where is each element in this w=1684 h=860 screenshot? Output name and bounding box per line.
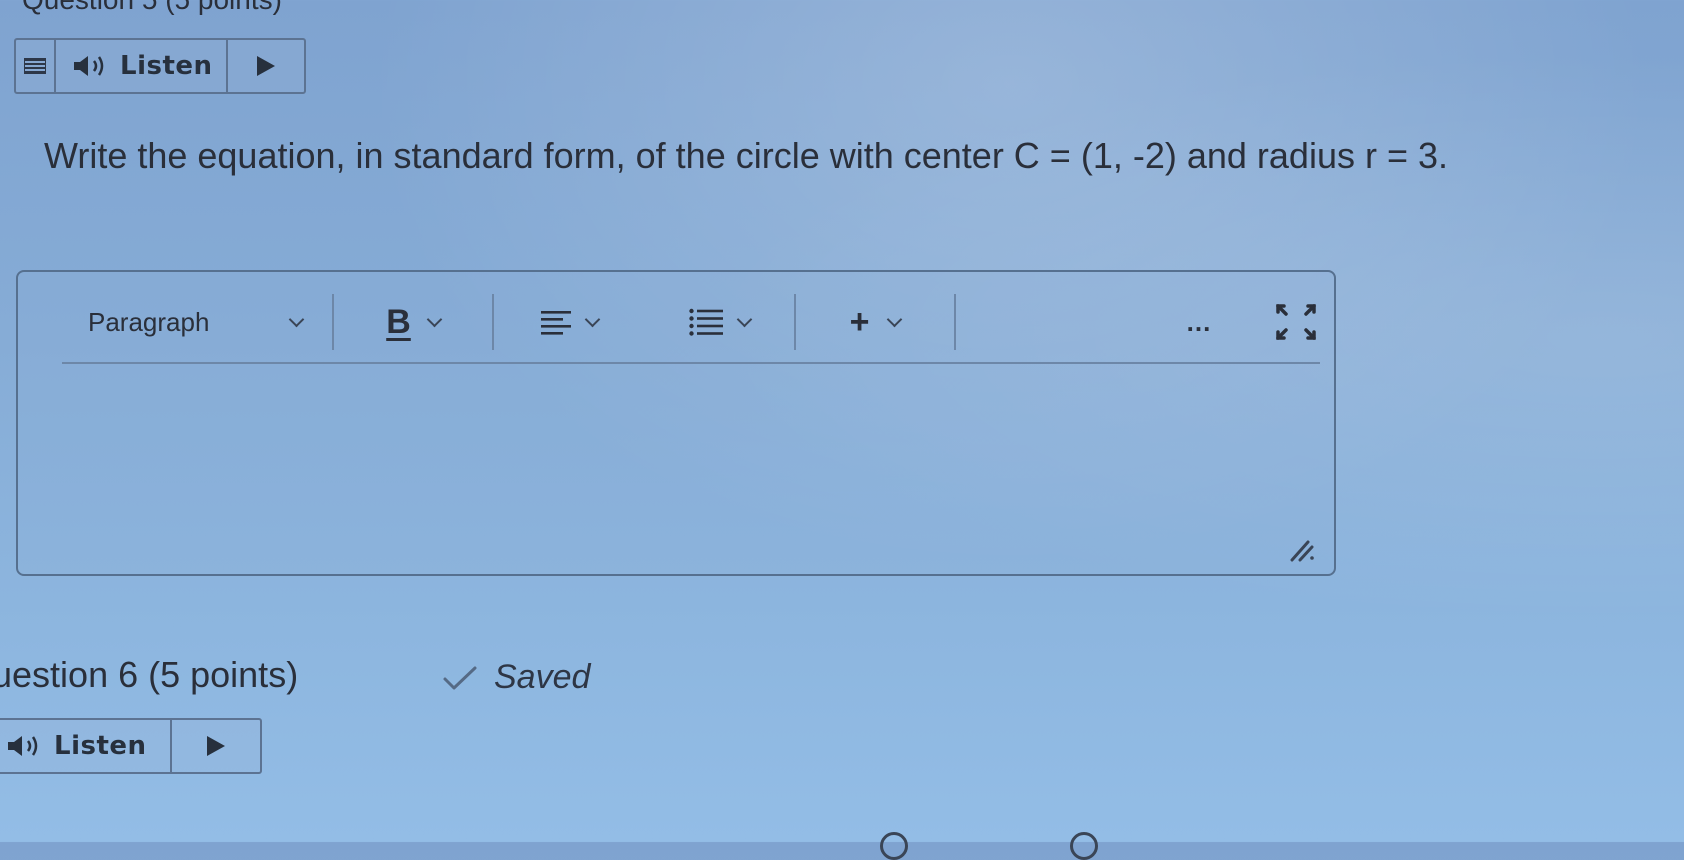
cutoff-circle-outline xyxy=(880,832,908,860)
chevron-down-icon xyxy=(288,311,305,327)
listen-button[interactable]: Listen xyxy=(56,40,226,92)
paragraph-style-dropdown[interactable]: Paragraph xyxy=(62,294,332,350)
toolbar-divider xyxy=(954,294,956,350)
resize-handle[interactable] xyxy=(1288,534,1316,562)
listen-label: Listen xyxy=(54,731,147,761)
play-icon xyxy=(207,736,225,756)
list-button[interactable] xyxy=(644,294,794,350)
plus-icon: + xyxy=(849,303,870,341)
listen-menu-button[interactable] xyxy=(16,40,56,92)
insert-button[interactable]: + xyxy=(796,294,954,350)
align-left-icon xyxy=(540,311,571,335)
editor-toolbar: Paragraph B + ... xyxy=(62,282,1320,364)
check-icon xyxy=(443,666,477,689)
bold-icon: B xyxy=(386,302,411,341)
answer-editor: Paragraph B + ... xyxy=(16,270,1336,576)
fullscreen-button[interactable] xyxy=(1274,302,1318,342)
bold-button[interactable]: B xyxy=(334,294,492,350)
play-icon xyxy=(257,56,275,76)
answer-text-area[interactable] xyxy=(62,368,1320,548)
question-5-listen-bar: Listen xyxy=(14,38,306,94)
align-button[interactable] xyxy=(494,294,644,350)
chevron-down-icon xyxy=(584,311,600,327)
cutoff-circle-outline xyxy=(1070,832,1098,860)
speaker-icon xyxy=(8,736,38,756)
question-6-listen-bar: Listen xyxy=(0,718,262,774)
saved-status: Saved xyxy=(442,658,590,697)
more-icon: ... xyxy=(1186,306,1212,337)
speaker-icon xyxy=(74,56,104,76)
question-6-header: uestion 6 (5 points) Saved xyxy=(0,654,590,696)
chevron-down-icon xyxy=(887,311,903,327)
question-5-header: Question 5 (5 points) xyxy=(22,0,282,16)
expand-icon xyxy=(1276,304,1316,340)
more-options-button[interactable]: ... xyxy=(1174,294,1224,350)
question-6-title: uestion 6 (5 points) xyxy=(0,654,299,695)
listen-button[interactable]: Listen xyxy=(0,720,170,772)
menu-icon xyxy=(24,58,46,74)
chevron-down-icon xyxy=(426,311,443,327)
listen-play-button[interactable] xyxy=(170,720,260,772)
chevron-down-icon xyxy=(736,311,752,327)
listen-play-button[interactable] xyxy=(226,40,304,92)
bullet-list-icon xyxy=(688,308,723,336)
saved-label: Saved xyxy=(494,658,591,696)
question-5-prompt: Write the equation, in standard form, of… xyxy=(44,135,1448,176)
resize-handle-icon xyxy=(1290,540,1314,562)
listen-label: Listen xyxy=(120,51,213,81)
paragraph-style-label: Paragraph xyxy=(88,306,210,337)
